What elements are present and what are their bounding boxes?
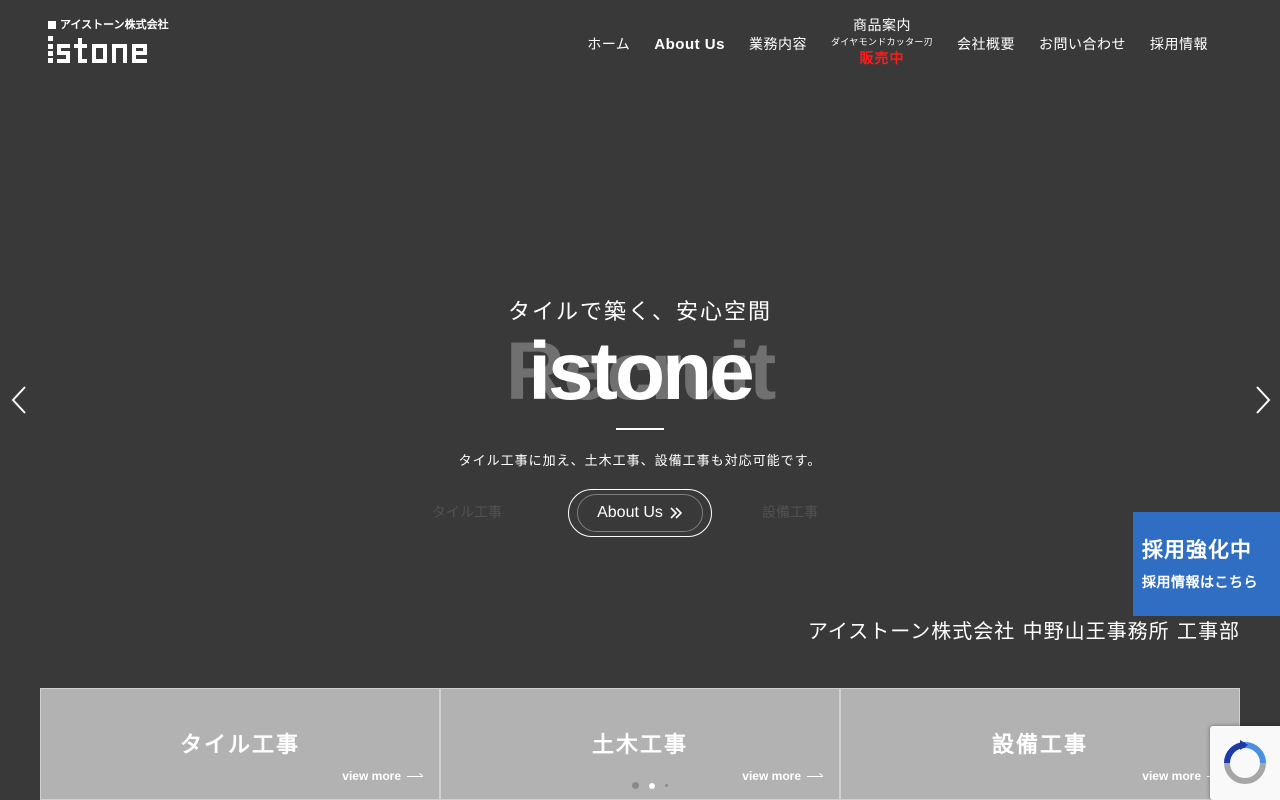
logo-mark-icon bbox=[48, 36, 147, 63]
view-more-label: view more bbox=[742, 769, 801, 783]
logo-sub-text: アイストーン株式会社 bbox=[60, 18, 169, 31]
nav-products-sale-badge: 販売中 bbox=[859, 50, 905, 67]
recruit-banner[interactable]: 採用強化中 採用情報はこちら bbox=[1133, 512, 1280, 616]
slider-dot-3[interactable] bbox=[665, 784, 668, 787]
nav-home[interactable]: ホーム bbox=[575, 34, 642, 54]
view-more-link[interactable]: view more bbox=[742, 769, 823, 783]
nav-products-label: 商品案内 bbox=[852, 17, 911, 34]
nav-contact[interactable]: お問い合わせ bbox=[1027, 34, 1138, 54]
ghost-link-tile: タイル工事 bbox=[432, 505, 502, 521]
slider-dot-2[interactable] bbox=[649, 782, 655, 789]
slider-next-button[interactable] bbox=[1250, 384, 1274, 416]
arrow-right-icon bbox=[407, 775, 423, 777]
view-more-label: view more bbox=[342, 769, 401, 783]
view-more-label: view more bbox=[1142, 769, 1201, 783]
about-us-button[interactable]: About Us bbox=[568, 489, 712, 537]
logo-company-label: アイストーン株式会社 bbox=[48, 18, 178, 32]
main-nav: ホーム About Us 業務内容 商品案内 ダイヤモンドカッター刃 販売中 会… bbox=[575, 14, 1220, 72]
service-card-title: 土木工事 bbox=[591, 733, 688, 758]
recaptcha-icon bbox=[1224, 740, 1266, 784]
chevron-right-icon bbox=[1256, 386, 1271, 414]
arrow-right-icon bbox=[807, 775, 823, 777]
nav-about-us[interactable]: About Us bbox=[642, 36, 737, 53]
site-logo[interactable]: アイストーン株式会社 bbox=[48, 18, 178, 70]
company-office-name: アイストーン株式会社 中野山王事務所 工事部 bbox=[807, 619, 1240, 643]
nav-products[interactable]: 商品案内 ダイヤモンドカッター刃 販売中 bbox=[819, 17, 945, 68]
nav-recruit[interactable]: 採用情報 bbox=[1138, 34, 1220, 54]
hero-tagline: タイルで築く、安心空間 bbox=[507, 300, 772, 325]
hero-description: タイル工事に加え、土木工事、設備工事も対応可能です。 bbox=[458, 454, 822, 469]
slider-prev-button[interactable] bbox=[8, 384, 32, 416]
recruit-banner-link: 採用情報はこちら bbox=[1142, 575, 1258, 591]
logo-square-icon bbox=[48, 21, 56, 29]
nav-products-sub: ダイヤモンドカッター刃 bbox=[830, 38, 933, 49]
nav-company[interactable]: 会社概要 bbox=[945, 34, 1027, 54]
chevron-left-icon bbox=[11, 386, 26, 414]
view-more-link[interactable]: view more bbox=[342, 769, 423, 783]
recaptcha-badge[interactable] bbox=[1210, 726, 1280, 800]
hero-title: istone bbox=[528, 326, 754, 417]
service-card-title: 設備工事 bbox=[991, 733, 1088, 758]
recruit-banner-title: 採用強化中 bbox=[1142, 538, 1252, 562]
button-ghost-ring bbox=[577, 494, 703, 532]
slider-pagination bbox=[632, 782, 668, 789]
service-card-equipment[interactable]: 設備工事 view more bbox=[840, 688, 1240, 800]
service-card-tile[interactable]: タイル工事 view more bbox=[40, 688, 440, 800]
nav-services[interactable]: 業務内容 bbox=[737, 34, 819, 54]
service-card-title: タイル工事 bbox=[179, 733, 300, 758]
hero-divider bbox=[616, 428, 664, 430]
slider-dot-1[interactable] bbox=[632, 782, 639, 789]
ghost-link-equipment: 設備工事 bbox=[762, 505, 818, 521]
